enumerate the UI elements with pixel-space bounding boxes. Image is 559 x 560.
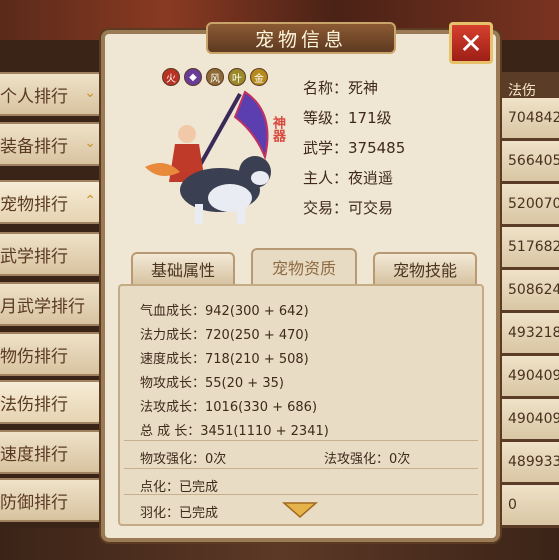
scroll-down-icon[interactable] bbox=[282, 500, 318, 520]
pet-owner: 主人：夜逍遥 bbox=[303, 169, 394, 187]
nav-label: 装备排行 bbox=[0, 136, 68, 157]
pet-trade: 交易：可交易 bbox=[303, 199, 394, 217]
stat-magic-growth: 法攻成长：1016(330 + 686) bbox=[140, 400, 318, 415]
table-cell: 0 bbox=[496, 485, 559, 525]
nav-item-speed[interactable]: 速度排行 bbox=[0, 430, 104, 474]
phys-enhance: 物攻强化：0次 bbox=[140, 452, 227, 467]
tab-basic-attributes[interactable]: 基础属性 bbox=[131, 252, 235, 284]
table-cell: 489933 bbox=[496, 442, 559, 482]
pet-martial: 武学：375485 bbox=[303, 139, 406, 157]
chevron-down-icon: ⌄ bbox=[84, 85, 96, 101]
table-cell: 520070 bbox=[496, 184, 559, 224]
nav-label: 武学排行 bbox=[0, 246, 68, 267]
stat-total-growth: 总 成 长：3451(1110 + 2341) bbox=[140, 424, 329, 439]
nav-item-phys-damage[interactable]: 物伤排行 bbox=[0, 332, 104, 376]
divider bbox=[124, 468, 478, 469]
dianhua-status: 点化：已完成 bbox=[140, 480, 219, 495]
nav-item-pet[interactable]: 宠物排行 ⌃ bbox=[0, 180, 104, 224]
nav-label: 宠物排行 bbox=[0, 194, 68, 215]
table-cell: 704842 bbox=[496, 98, 559, 138]
nav-item-monthly-martial[interactable]: 月武学排行 bbox=[0, 282, 104, 326]
nav-label: 防御排行 bbox=[0, 492, 68, 513]
column-header: 法伤 bbox=[508, 83, 536, 99]
pet-name: 名称：死神 bbox=[303, 79, 379, 97]
table-cell: 490409 bbox=[496, 399, 559, 439]
nav-item-magic-damage[interactable]: 法伤排行 bbox=[0, 380, 104, 424]
nav-item-equipment[interactable]: 装备排行 ⌄ bbox=[0, 122, 104, 166]
table-cell: 566405 bbox=[496, 141, 559, 181]
nav-item-personal[interactable]: 个人排行 ⌄ bbox=[0, 72, 104, 116]
close-icon: ✕ bbox=[459, 26, 483, 60]
nav-label: 个人排行 bbox=[0, 86, 68, 107]
divider bbox=[124, 494, 478, 495]
nav-label: 月武学排行 bbox=[0, 296, 85, 317]
close-button[interactable]: ✕ bbox=[449, 22, 493, 64]
nav-label: 物伤排行 bbox=[0, 346, 68, 367]
nav-item-martial[interactable]: 武学排行 bbox=[0, 232, 104, 276]
nav-label: 速度排行 bbox=[0, 444, 68, 465]
chevron-up-icon: ⌃ bbox=[84, 193, 96, 209]
stat-speed-growth: 速度成长：718(210 + 508) bbox=[140, 352, 309, 367]
nav-label: 法伤排行 bbox=[0, 394, 68, 415]
nav-item-defense[interactable]: 防御排行 bbox=[0, 478, 104, 522]
chevron-down-icon: ⌄ bbox=[84, 135, 96, 151]
stat-mana-growth: 法力成长：720(250 + 470) bbox=[140, 328, 309, 343]
tab-pet-skills[interactable]: 宠物技能 bbox=[373, 252, 477, 284]
pet-seal-stamp: 神器 bbox=[270, 116, 285, 142]
stat-hp-growth: 气血成长：942(300 + 642) bbox=[140, 304, 309, 319]
table-cell: 517682 bbox=[496, 227, 559, 267]
magic-enhance: 法攻强化：0次 bbox=[324, 452, 411, 467]
pet-level: 等级：171级 bbox=[303, 109, 392, 127]
divider bbox=[124, 440, 478, 441]
table-cell: 493218 bbox=[496, 313, 559, 353]
dialog-title: 宠物信息 bbox=[206, 22, 396, 54]
table-cell: 490409 bbox=[496, 356, 559, 396]
tab-pet-aptitude[interactable]: 宠物资质 bbox=[251, 248, 357, 284]
yuhua-status: 羽化：已完成 bbox=[140, 506, 219, 521]
stat-phys-growth: 物攻成长：55(20 + 35) bbox=[140, 376, 284, 391]
table-cell: 508624 bbox=[496, 270, 559, 310]
pet-portrait bbox=[145, 90, 271, 224]
